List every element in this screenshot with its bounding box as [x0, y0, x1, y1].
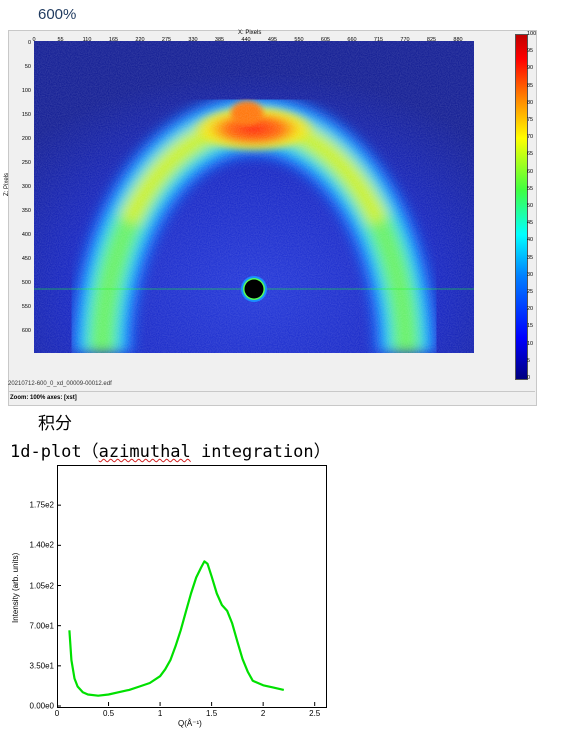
colorbar-tick-label: 55	[527, 185, 534, 192]
colorbar-tick-label: 60	[527, 168, 534, 175]
colorbar-tick-label: 35	[527, 254, 534, 261]
colorbar-tick-label: 5	[527, 357, 531, 364]
zoom-status: Zoom: 100% axes: [xst]	[10, 395, 77, 401]
colorbar-tick-label: 15	[527, 323, 534, 330]
colorbar-tick-label: 45	[527, 220, 534, 227]
colorbar-tick-label: 80	[527, 99, 534, 106]
y-tick-label: 600	[21, 328, 31, 334]
plot-x-tick-label: 0.5	[102, 709, 115, 718]
plot-x-tick-label: 0	[54, 709, 60, 718]
y-tick-label: 400	[21, 232, 31, 238]
y-tick-label: 250	[21, 160, 31, 166]
colorbar-tick-label: 100	[527, 31, 537, 37]
plot-x-tick-label: 1	[157, 709, 163, 718]
plot-y-tick-label: 1.05e2	[29, 581, 54, 590]
plot-y-tick-label: 1.40e2	[29, 540, 54, 550]
plot-x-label: Q(Å⁻¹)	[178, 719, 202, 728]
plot-heading-suffix: integration）	[190, 442, 331, 462]
integration-plot	[57, 504, 316, 707]
y-tick-label: 100	[21, 88, 31, 94]
x-axis-title: X: Pixels	[238, 30, 262, 36]
plot-y-tick-label: 3.50e1	[29, 661, 54, 671]
colorbar-tick-label: 30	[527, 271, 534, 278]
y-tick-label: 0	[27, 40, 31, 46]
y-tick-label: 550	[21, 304, 31, 310]
y-axis-title: Z: Pixels	[4, 172, 10, 196]
colorbar-tick-label: 95	[527, 48, 534, 55]
colorbar-tick-label: 90	[527, 65, 534, 72]
plot-y-tick-label: 0.00e0	[29, 701, 54, 711]
y-tick-label: 300	[21, 184, 31, 190]
plot-heading: 1d-plot（azimuthal integration）	[10, 437, 331, 462]
colorbar-tick-label: 50	[527, 203, 534, 209]
y-tick-label: 500	[21, 280, 31, 286]
intensity-series-line	[68, 560, 285, 697]
plot-x-tick-label: 2	[260, 709, 266, 718]
y-tick-label: 150	[21, 112, 31, 118]
plot-heading-underlined: azimuthal	[98, 442, 191, 462]
filename-label: 20210712-600_0_xd_00009-00012.edf	[8, 381, 112, 387]
plot-x-tick-label: 2.5	[309, 709, 321, 718]
plot-y-tick-label: 7.00e1	[29, 621, 54, 631]
y-tick-label: 450	[21, 256, 31, 262]
colorbar-tick-label: 40	[527, 237, 534, 244]
zoom-heading: 600%	[38, 6, 77, 23]
y-tick-label: 200	[21, 136, 31, 142]
detector-image[interactable]	[34, 41, 474, 353]
colorbar-tick-label: 25	[527, 289, 534, 295]
colorbar-tick-label: 65	[527, 151, 534, 158]
plot-y-tick-label: 1.75e2	[29, 500, 54, 510]
colorbar-tick-label: 75	[527, 117, 534, 123]
integration-heading: 积分	[38, 414, 72, 434]
colorbar-tick-label: 20	[527, 306, 534, 313]
status-bar: Zoom: 100% axes: [xst]	[8, 391, 535, 405]
plot-y-label: Intensity (arb. units)	[11, 552, 20, 623]
y-tick-label: 50	[24, 64, 31, 70]
y-tick-label: 350	[21, 208, 31, 214]
plot-x-tick-label: 1.5	[206, 709, 218, 718]
colorbar-tick-label: 70	[527, 134, 534, 141]
plot-heading-prefix: 1d-plot（	[10, 442, 99, 462]
colorbar-tick-label: 85	[527, 82, 534, 89]
colorbar-tick-label: 10	[527, 340, 534, 347]
